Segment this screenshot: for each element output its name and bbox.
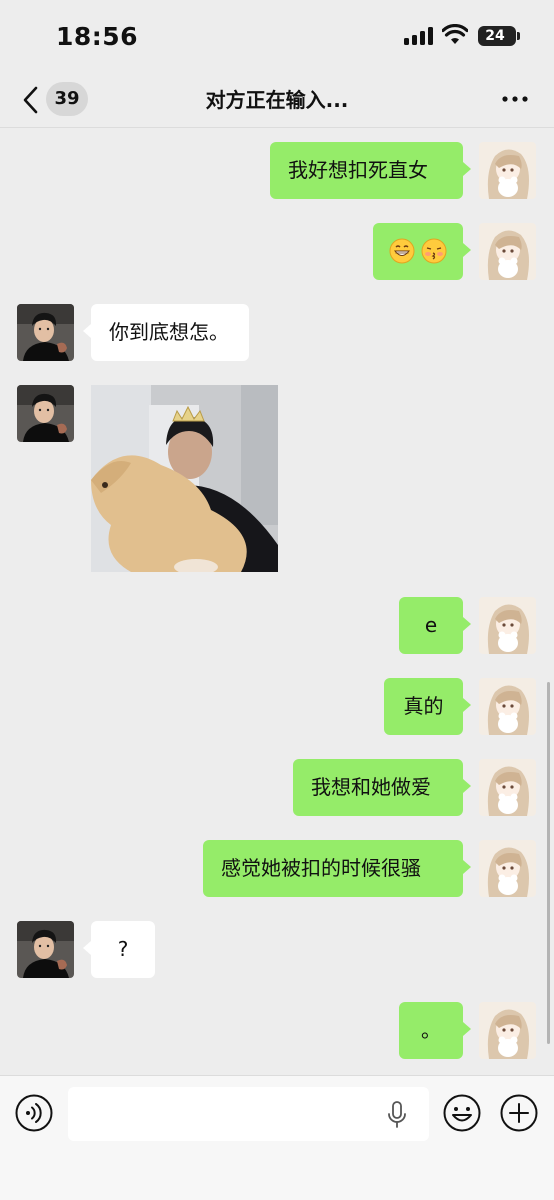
input-bar xyxy=(0,1075,554,1200)
contact-avatar[interactable] xyxy=(17,385,74,442)
bubble-tail xyxy=(463,1022,471,1036)
bubble-tail xyxy=(463,698,471,712)
message-row: 。 xyxy=(0,1002,554,1062)
scroll-indicator[interactable] xyxy=(547,682,550,1044)
emoji-picker-icon[interactable] xyxy=(443,1094,481,1132)
message-bubble[interactable]: 我想和她做爱 xyxy=(293,759,463,816)
bubble-tail xyxy=(463,243,471,257)
my-avatar[interactable] xyxy=(479,678,536,735)
my-avatar[interactable] xyxy=(479,1002,536,1059)
status-bar: 18:56 24 xyxy=(0,0,554,72)
bubble-tail xyxy=(463,162,471,176)
battery-cap xyxy=(517,32,520,40)
microphone-icon[interactable] xyxy=(386,1100,408,1130)
message-row: 我好想扣死直女 xyxy=(0,142,554,202)
message-row: 我想和她做爱 xyxy=(0,759,554,819)
message-bubble[interactable]: ? xyxy=(91,921,155,978)
battery-icon: 24 xyxy=(478,26,516,46)
message-bubble[interactable]: 感觉她被扣的时候很骚 xyxy=(203,840,463,897)
photo-man-holding-dog-image[interactable] xyxy=(91,385,278,572)
message-bubble[interactable]: 。 xyxy=(399,1002,463,1059)
status-time: 18:56 xyxy=(56,22,139,51)
message-bubble[interactable]: 真的 xyxy=(384,678,463,735)
bubble-tail xyxy=(463,779,471,793)
more-actions-plus-icon[interactable] xyxy=(500,1094,538,1132)
message-bubble[interactable]: 你到底想怎。 xyxy=(91,304,249,361)
message-row xyxy=(0,385,554,575)
my-avatar[interactable] xyxy=(479,840,536,897)
back-chevron-icon[interactable] xyxy=(20,85,42,115)
bubble-tail xyxy=(463,617,471,631)
wifi-icon xyxy=(442,24,468,44)
grinning-face-icon xyxy=(389,238,415,263)
more-options-icon[interactable] xyxy=(500,92,530,106)
my-avatar[interactable] xyxy=(479,142,536,199)
message-row: 感觉她被扣的时候很骚 xyxy=(0,840,554,900)
battery-level: 24 xyxy=(485,28,505,44)
message-bubble[interactable] xyxy=(373,223,463,280)
chat-title: 对方正在输入... xyxy=(205,88,349,112)
bubble-tail xyxy=(463,860,471,874)
message-row: 你到底想怎。 xyxy=(0,304,554,364)
message-row: 真的 xyxy=(0,678,554,738)
message-row xyxy=(0,223,554,283)
my-avatar[interactable] xyxy=(479,597,536,654)
my-avatar[interactable] xyxy=(479,223,536,280)
my-avatar[interactable] xyxy=(479,759,536,816)
message-bubble[interactable]: 我好想扣死直女 xyxy=(270,142,463,199)
contact-avatar[interactable] xyxy=(17,921,74,978)
message-row: e xyxy=(0,597,554,657)
chat-header: 39 对方正在输入... xyxy=(0,72,554,128)
kissing-face-icon xyxy=(421,238,447,263)
message-bubble[interactable]: e xyxy=(399,597,463,654)
bubble-tail xyxy=(83,324,91,338)
message-row: ? xyxy=(0,921,554,981)
bubble-tail xyxy=(83,941,91,955)
unread-count-badge[interactable]: 39 xyxy=(46,82,88,116)
contact-avatar[interactable] xyxy=(17,304,74,361)
cellular-signal-icon xyxy=(404,27,434,45)
voice-input-icon[interactable] xyxy=(15,1094,53,1132)
message-input[interactable] xyxy=(68,1087,429,1141)
